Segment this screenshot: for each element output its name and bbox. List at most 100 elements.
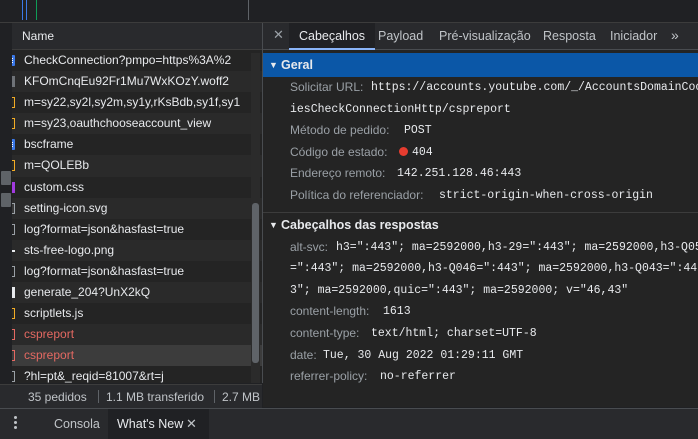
tab-headers[interactable]: Cabeçalhos [289, 23, 376, 50]
timeline-marker [26, 0, 27, 20]
timeline-marker [36, 0, 37, 20]
more-options-icon[interactable] [14, 416, 17, 419]
header-value: https://accounts.youtube.com/_/AccountsD… [371, 81, 698, 94]
request-name: bscframe [24, 137, 74, 152]
request-details-panel: ✕ Cabeçalhos Payload Pré-visualização Re… [263, 23, 698, 407]
request-name: ?hl=pt&_reqid=81007&rt=j [24, 369, 164, 384]
header-value: =":443"; ma=2592000,h3-Q046=":443"; ma=2… [290, 262, 698, 276]
close-icon[interactable]: ✕ [273, 28, 285, 41]
tab-initiator[interactable]: Iniciador [610, 23, 657, 49]
request-row[interactable]: m=QOLEBb [0, 155, 262, 177]
request-method-row: Método de pedido: POST [263, 120, 698, 142]
request-row-failed[interactable]: cspreport [0, 324, 262, 346]
row-selection-gutter [0, 23, 12, 383]
referrer-policy-row: Política do referenciador: strict-origin… [263, 185, 698, 207]
collapse-triangle-icon: ▼ [269, 219, 278, 230]
header-key: Política do referenciador: [290, 187, 424, 202]
request-name: sts-free-logo.png [24, 242, 115, 257]
header-key: content-type: [290, 325, 360, 340]
gutter-marker [1, 193, 11, 207]
response-headers-section-header[interactable]: ▼ Cabeçalhos das respostas [263, 211, 698, 237]
tab-payload[interactable]: Payload [378, 23, 423, 49]
transferred-size: 1.1 MB transferido [106, 390, 205, 404]
network-summary-bar: 35 pedidos 1.1 MB transferido 2.7 MB [0, 384, 262, 408]
date-row: date: Tue, 30 Aug 2022 01:29:11 GMT [263, 345, 698, 367]
more-tabs-icon[interactable]: » [671, 27, 679, 43]
alt-svc-row-continued: 3"; ma=2592000,quic=":443"; ma=2592000; … [263, 280, 698, 302]
drawer-tab-console[interactable]: Consola [46, 409, 108, 439]
section-title: Geral [281, 58, 313, 72]
header-key: Endereço remoto: [290, 166, 386, 181]
header-value: iesCheckConnectionHttp/cspreport [290, 102, 511, 116]
resources-size: 2.7 MB [222, 390, 261, 404]
request-list: Name CheckConnection?pmpo=https%3A%2 KFO… [0, 23, 263, 383]
header-value: no-referrer [380, 370, 456, 384]
header-key: alt-svc: [290, 239, 329, 254]
request-rows: CheckConnection?pmpo=https%3A%2 KFOmCnqE… [0, 50, 262, 388]
name-column-header[interactable]: Name [0, 23, 262, 50]
header-value: h3=":443"; ma=2592000,h3-29=":443"; ma=2… [336, 240, 698, 254]
request-name: log?format=json&hasfast=true [24, 263, 185, 278]
request-url-row: Solicitar URL: https://accounts.youtube.… [263, 77, 698, 99]
section-title: Cabeçalhos das respostas [281, 217, 439, 232]
timeline-marker [22, 0, 23, 20]
request-row[interactable]: setting-icon.svg [0, 197, 262, 219]
header-key: content-length: [290, 304, 370, 319]
request-name: log?format=json&hasfast=true [24, 221, 185, 236]
divider [98, 390, 99, 403]
request-count: 35 pedidos [28, 390, 87, 404]
header-key: referrer-policy: [290, 369, 368, 384]
request-row[interactable]: log?format=json&hasfast=true [0, 261, 262, 282]
bottom-drawer: Consola What's New ✕ [0, 408, 698, 439]
general-section-header[interactable]: ▼ Geral [263, 53, 698, 77]
details-tab-bar: ✕ Cabeçalhos Payload Pré-visualização Re… [263, 23, 698, 50]
header-value: 3"; ma=2592000,quic=":443"; ma=2592000; … [290, 283, 629, 297]
request-row[interactable]: sts-free-logo.png [0, 239, 262, 261]
header-value: 404 [412, 145, 433, 159]
header-key: date: [290, 347, 317, 362]
header-key: Solicitar URL: [290, 80, 364, 94]
tab-preview[interactable]: Pré-visualização [439, 23, 531, 49]
header-key: Método de pedido: [290, 123, 390, 138]
request-name: CheckConnection?pmpo=https%3A%2 [24, 53, 232, 67]
timeline-marker [248, 0, 249, 20]
content-type-row: content-type: text/html; charset=UTF-8 [263, 323, 698, 345]
close-icon[interactable]: ✕ [186, 409, 197, 439]
header-key: Código de estado: [290, 144, 388, 159]
header-value: POST [404, 124, 432, 138]
collapse-triangle-icon: ▼ [269, 60, 278, 70]
divider [214, 390, 215, 403]
request-url-row-continued: iesCheckConnectionHttp/cspreport [263, 99, 698, 121]
request-name: custom.css [24, 179, 85, 194]
request-row[interactable]: KFOmCnqEu92Fr1Mu7WxKOzY.woff2 [0, 71, 262, 93]
request-name: setting-icon.svg [24, 200, 108, 215]
request-row[interactable]: m=sy23,oauthchooseaccount_view [0, 113, 262, 135]
request-row[interactable]: CheckConnection?pmpo=https%3A%2 [0, 50, 262, 71]
request-name: m=sy23,oauthchooseaccount_view [24, 116, 212, 131]
header-value: strict-origin-when-cross-origin [439, 188, 653, 202]
header-value: text/html; charset=UTF-8 [371, 326, 537, 340]
request-row[interactable]: custom.css [0, 177, 262, 198]
request-row[interactable]: bscframe [0, 134, 262, 155]
request-list-scrollbar[interactable] [251, 53, 260, 383]
request-row[interactable]: log?format=json&hasfast=true [0, 219, 262, 240]
status-code-row: Código de estado: 404 [263, 142, 698, 164]
request-name: m=QOLEBb [24, 158, 90, 173]
request-name: KFOmCnqEu92Fr1Mu7WxKOzY.woff2 [24, 74, 229, 89]
header-value: Tue, 30 Aug 2022 01:29:11 GMT [323, 348, 524, 362]
request-row[interactable]: scriptlets.js [0, 303, 262, 324]
request-row[interactable]: generate_204?UnX2kQ [0, 282, 262, 304]
tab-response[interactable]: Resposta [543, 23, 596, 49]
timeline-overview[interactable] [0, 0, 698, 23]
request-name: cspreport [24, 327, 75, 342]
alt-svc-row: alt-svc: h3=":443"; ma=2592000,h3-29=":4… [263, 237, 698, 259]
alt-svc-row-continued: =":443"; ma=2592000,h3-Q046=":443"; ma=2… [263, 258, 698, 280]
request-row-selected[interactable]: cspreport [0, 345, 262, 367]
gutter-marker [1, 171, 11, 185]
remote-address-row: Endereço remoto: 142.251.128.46:443 [263, 163, 698, 185]
header-value: 1613 [383, 305, 411, 319]
request-row[interactable]: m=sy22,sy2l,sy2m,sy1y,rKsBdb,sy1f,sy1 [0, 92, 262, 113]
request-name: generate_204?UnX2kQ [24, 285, 151, 300]
scrollbar-thumb[interactable] [252, 203, 259, 363]
request-name: m=sy22,sy2l,sy2m,sy1y,rKsBdb,sy1f,sy1 [24, 95, 241, 110]
